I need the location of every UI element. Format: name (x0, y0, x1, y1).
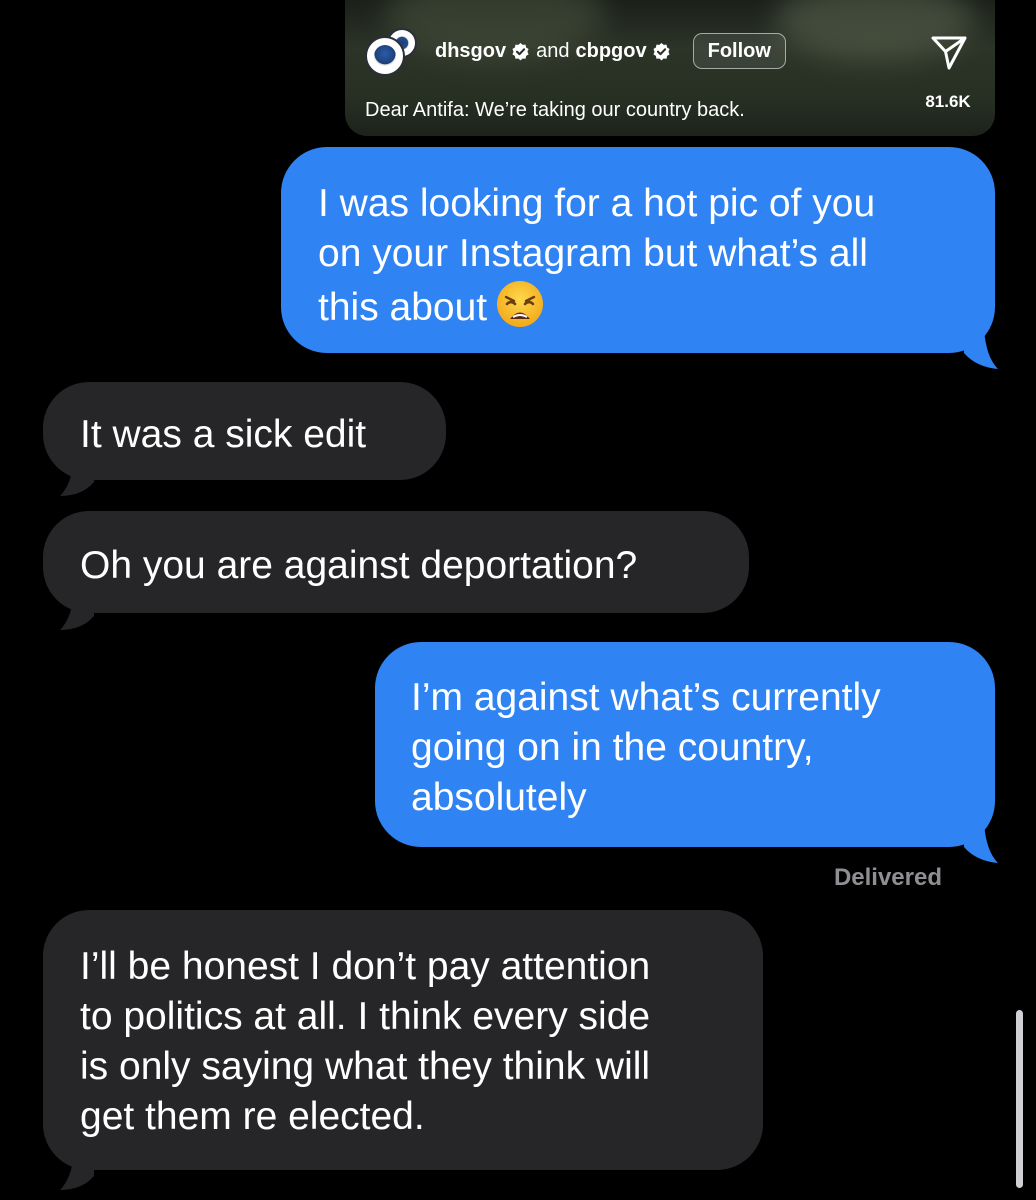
post-caption: Dear Antifa: We’re taking our country ba… (365, 99, 745, 121)
bubble-tail (60, 592, 94, 630)
bubble-tail (964, 823, 998, 863)
verified-badge-icon (512, 42, 529, 60)
message-text: I’m against what’s currently going on in… (411, 676, 881, 819)
received-message-bubble[interactable]: It was a sick edit (43, 382, 446, 480)
account-name-dhsgov[interactable]: dhsgov (435, 40, 506, 63)
sent-message-bubble[interactable]: I was looking for a hot pic of you on yo… (281, 147, 995, 353)
received-message-bubble[interactable]: Oh you are against deportation? (43, 511, 749, 613)
received-message-bubble[interactable]: I’ll be honest I don’t pay attention to … (43, 910, 763, 1170)
message-text: Oh you are against deportation? (80, 544, 638, 587)
message-text: I was looking for a hot pic of you on yo… (318, 182, 876, 329)
verified-badge-icon (653, 42, 670, 60)
account-conjunction: and (536, 39, 570, 62)
message-text: I’ll be honest I don’t pay attention to … (80, 945, 651, 1138)
bubble-tail (60, 1152, 94, 1190)
paper-plane-icon[interactable] (929, 32, 969, 72)
post-header: dhsgov and cbpgov Follow (435, 33, 786, 69)
share-count: 81.6K (925, 92, 971, 111)
bubble-tail (60, 458, 94, 496)
account-name-cbpgov[interactable]: cbpgov (576, 40, 647, 63)
dhs-seal-avatar (365, 36, 405, 76)
shared-instagram-post[interactable]: dhsgov and cbpgov Follow 81.6K Dear Anti… (345, 0, 995, 136)
sent-message-bubble[interactable]: I’m against what’s currently going on in… (375, 642, 995, 847)
follow-button[interactable]: Follow (692, 33, 786, 69)
message-text: It was a sick edit (80, 413, 367, 456)
delivered-status: Delivered (833, 864, 942, 891)
dhs-seal-icon[interactable] (363, 28, 417, 80)
bubble-tail (964, 329, 998, 369)
scrollbar[interactable] (1016, 1010, 1023, 1188)
weary-face-emoji (497, 281, 544, 327)
